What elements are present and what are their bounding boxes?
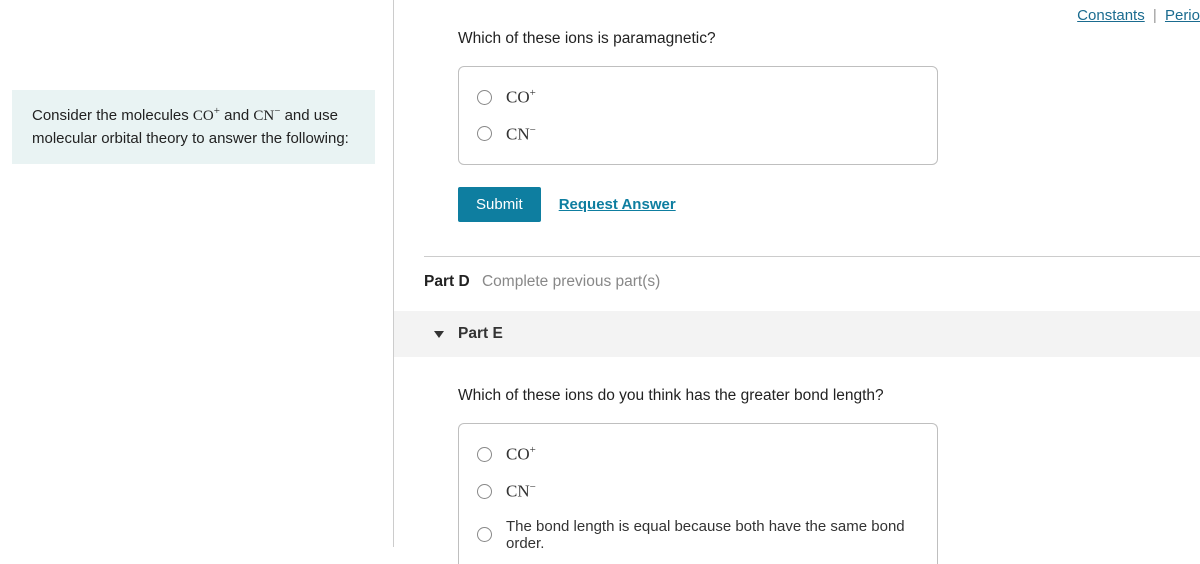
partc-choices: CO+ CN− [458,66,938,165]
prompt-pre: Consider the molecules [32,107,193,124]
partc-question: Which of these ions is paramagnetic? [458,30,1200,48]
left-panel: Consider the molecules CO+ and CN− and u… [0,0,393,547]
parte-question: Which of these ions do you think has the… [458,387,1200,405]
choice-e-cn-minus[interactable]: CN− [459,473,937,510]
partd-msg: Complete previous part(s) [482,273,660,290]
content: Which of these ions is paramagnetic? CO+… [394,30,1200,564]
radio-icon [477,527,492,542]
parte-header[interactable]: Part E [394,311,1200,357]
choice-label: CO+ [506,444,536,465]
molecule-cn: CN− [253,108,280,124]
right-panel: Constants | Perio Which of these ions is… [393,0,1200,547]
partd-label: Part D [424,273,470,290]
choice-label: CO+ [506,87,536,108]
radio-icon [477,447,492,462]
parte-choices: CO+ CN− The bond length is equal because… [458,423,938,563]
choice-label: CN− [506,481,536,502]
choice-e-equal[interactable]: The bond length is equal because both ha… [459,510,937,560]
prompt-mid: and [220,107,253,124]
parte-label: Part E [458,325,503,343]
radio-icon [477,126,492,141]
submit-button[interactable]: Submit [458,187,541,222]
choice-co-plus[interactable]: CO+ [459,79,937,116]
page-layout: Consider the molecules CO+ and CN− and u… [0,0,1200,547]
partc-actions: Submit Request Answer [458,187,1200,222]
periodic-link[interactable]: Perio [1165,7,1200,24]
choice-label: CN− [506,124,536,145]
chevron-down-icon [434,331,444,338]
problem-prompt: Consider the molecules CO+ and CN− and u… [12,90,375,164]
constants-link[interactable]: Constants [1077,7,1145,24]
request-answer-link[interactable]: Request Answer [559,196,676,213]
molecule-co: CO+ [193,108,220,124]
link-separator: | [1153,7,1157,24]
radio-icon [477,484,492,499]
choice-cn-minus[interactable]: CN− [459,116,937,153]
radio-icon [477,90,492,105]
top-links: Constants | Perio [1077,7,1200,24]
choice-e-co-plus[interactable]: CO+ [459,436,937,473]
partd-row: Part D Complete previous part(s) [424,257,1200,307]
